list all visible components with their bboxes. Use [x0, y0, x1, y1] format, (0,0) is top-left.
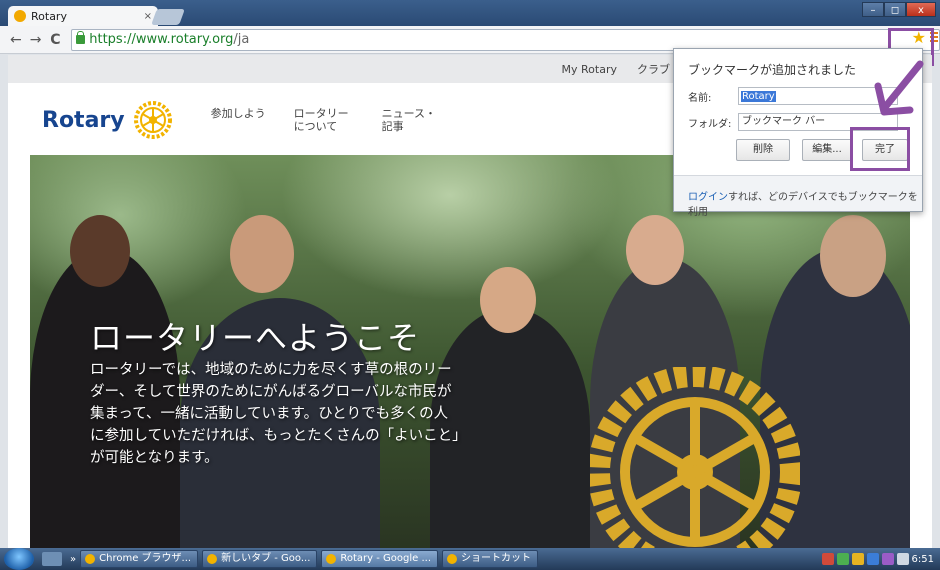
- volume-icon[interactable]: [896, 553, 909, 565]
- tab-title: Rotary: [31, 9, 67, 23]
- url-path: /ja: [233, 32, 250, 47]
- bookmark-name-value: Rotary: [741, 90, 776, 102]
- edit-button[interactable]: 編集...: [802, 139, 852, 161]
- rotary-wheel-emblem-icon: [590, 367, 800, 548]
- new-tab-button[interactable]: [151, 9, 185, 25]
- windows-taskbar: » Chrome ブラウザ... 新しいタブ - Goo... Rotary -…: [0, 548, 940, 570]
- close-window-button[interactable]: x: [906, 2, 936, 17]
- tray-icon[interactable]: [866, 553, 879, 565]
- clock[interactable]: 6:51: [912, 554, 934, 565]
- rotary-logo-text[interactable]: Rotary: [42, 108, 125, 133]
- person-head: [626, 215, 684, 285]
- my-rotary-link[interactable]: My Rotary: [562, 63, 617, 76]
- folder-label: フォルダ:: [688, 118, 732, 130]
- main-nav: 参加しよう ロータリー について ニュース・ 記事: [211, 107, 442, 133]
- bubble-title: ブックマークが追加されました: [688, 63, 857, 77]
- tab-rotary[interactable]: Rotary ×: [8, 6, 158, 26]
- window-controls: – ◻ x: [862, 2, 936, 17]
- maximize-button[interactable]: ◻: [884, 2, 906, 17]
- delete-button[interactable]: 削除: [736, 139, 790, 161]
- login-link[interactable]: ログイン: [688, 192, 728, 203]
- task-chrome-browser[interactable]: Chrome ブラウザ...: [80, 550, 199, 568]
- show-desktop-icon[interactable]: [42, 552, 62, 566]
- name-row: 名前: Rotary: [688, 87, 898, 105]
- task-rotary[interactable]: Rotary - Google ...: [321, 550, 439, 568]
- hero-title: ロータリーへようこそ: [90, 319, 421, 357]
- nav-about[interactable]: ロータリー について: [294, 107, 354, 133]
- hero-banner: ロータリーへようこそ ロータリーでは、地域のために力を尽くす草の根のリーダー、そ…: [30, 155, 910, 548]
- name-label: 名前:: [688, 92, 712, 104]
- task-shortcut[interactable]: ショートカット: [442, 550, 539, 568]
- bubble-footer: ログインすれば、どのデバイスでもブックマークを利用: [674, 175, 922, 218]
- person-head: [230, 215, 294, 293]
- tray-icon[interactable]: [821, 553, 834, 565]
- back-button[interactable]: ←: [6, 32, 26, 48]
- nav-join[interactable]: 参加しよう: [211, 107, 266, 133]
- rotary-wheel-logo-icon[interactable]: [133, 100, 173, 140]
- url-host: https://www.rotary.org: [89, 32, 234, 47]
- tray-icon[interactable]: [881, 553, 894, 565]
- lock-icon: [76, 31, 86, 44]
- reload-button[interactable]: C: [46, 32, 66, 48]
- tray-icon[interactable]: [836, 553, 849, 565]
- hero-body: ロータリーでは、地域のために力を尽くす草の根のリーダー、そして世界のためにがんば…: [90, 362, 460, 466]
- nav-news[interactable]: ニュース・ 記事: [382, 107, 442, 133]
- club-link[interactable]: クラブ: [637, 61, 670, 77]
- tray-icon[interactable]: [851, 553, 864, 565]
- title-bar: Rotary × – ◻ x: [0, 0, 940, 26]
- rotary-favicon-icon: [14, 10, 26, 22]
- minimize-button[interactable]: –: [862, 2, 884, 17]
- done-highlight-box: [850, 127, 910, 171]
- person-head: [480, 267, 536, 333]
- forward-button[interactable]: →: [26, 32, 46, 48]
- task-new-tab[interactable]: 新しいタブ - Goo...: [202, 550, 318, 568]
- tab-close-icon[interactable]: ×: [144, 11, 152, 22]
- pointer-arrow-icon: [874, 60, 924, 116]
- person-head: [70, 215, 130, 287]
- start-button[interactable]: [4, 548, 34, 570]
- person-head: [820, 215, 886, 297]
- system-tray: 6:51: [821, 553, 940, 565]
- quicklaunch-chevron-icon[interactable]: »: [70, 554, 76, 565]
